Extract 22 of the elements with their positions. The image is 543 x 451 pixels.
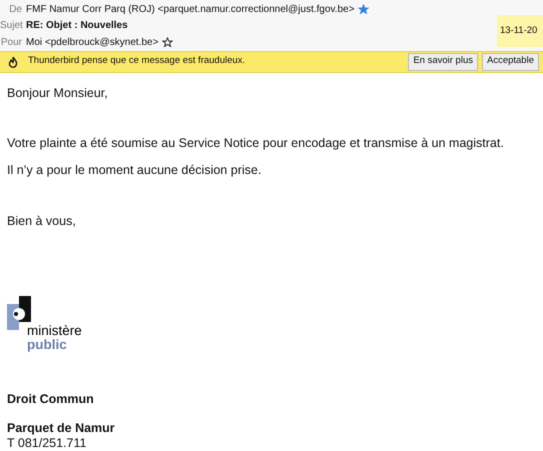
star-icon[interactable] <box>162 36 174 48</box>
field-value[interactable]: Moi <pdelbrouck@skynet.be> <box>26 34 158 50</box>
message-paragraph: Il n’y a pour le moment aucune décision prise. <box>7 162 262 178</box>
field-label: Sujet <box>0 19 22 34</box>
logo-text: public <box>27 338 68 352</box>
signature-line: Droit Commun <box>7 392 95 406</box>
star-icon[interactable] <box>358 4 370 15</box>
message-paragraph: Bonjour Monsieur, <box>7 86 109 100</box>
field-value[interactable]: FMF Namur Corr Parq (ROJ) <parquet.namur.correctionnel@just.fgov.be> <box>26 2 354 17</box>
field-label: Pour <box>0 36 22 50</box>
signature-line: Parquet de Namur <box>7 420 116 436</box>
message-paragraph: Votre plainte a été soumise au Service Notice pour encodage et transmise à un magistrat. <box>7 136 505 150</box>
logo-text: ministère <box>27 324 83 338</box>
field-label: De <box>8 2 22 17</box>
field-value: RE: Objet : Nouvelles <box>26 19 128 34</box>
flame-icon <box>8 56 18 68</box>
signature-line: T 081/251.711 <box>7 436 88 450</box>
message-paragraph: Bien à vous, <box>7 214 77 228</box>
warning-message: Thunderbird pense que ce message est frauduleux. <box>28 54 246 68</box>
notification-button[interactable]: En savoir plus <box>408 52 478 70</box>
notification-button[interactable]: Acceptable <box>482 52 539 70</box>
message-date: 13-11-20 <box>500 24 538 38</box>
